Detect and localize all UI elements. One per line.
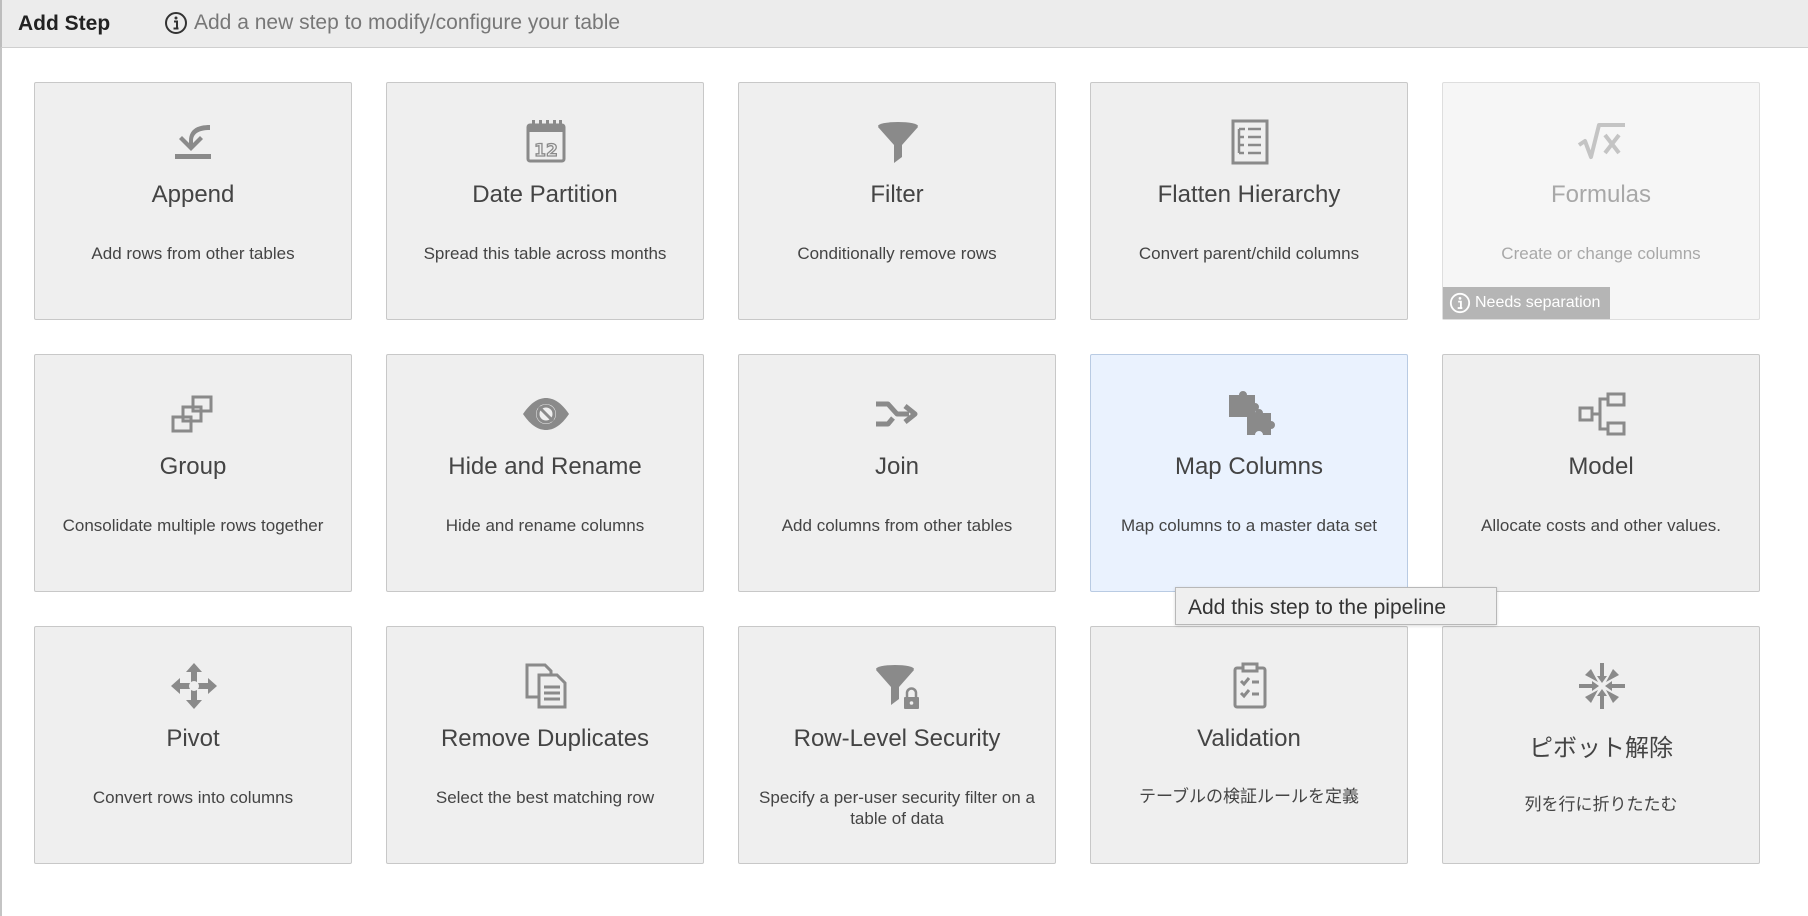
step-description: Convert rows into columns: [92, 788, 294, 807]
move-arrows-icon: [169, 661, 219, 711]
step-name: Join: [874, 453, 920, 480]
header-info-text: Add a new step to modify/configure your …: [194, 11, 621, 34]
step-description: Allocate costs and other values.: [1480, 516, 1722, 535]
step-description: Hide and rename columns: [445, 516, 645, 535]
step-card-date-partition[interactable]: 12 Date Partition Spread this table acro…: [386, 82, 704, 320]
step-description: Conditionally remove rows: [797, 244, 997, 263]
info-circle-icon: [165, 12, 187, 34]
step-description: Consolidate multiple rows together: [62, 516, 324, 535]
funnel-icon: [873, 117, 923, 167]
step-card-join[interactable]: Join Add columns from other tables: [738, 354, 1056, 592]
step-name: Flatten Hierarchy: [1157, 181, 1341, 208]
step-card-hide-and-rename[interactable]: Hide and Rename Hide and rename columns: [386, 354, 704, 592]
tooltip: Add this step to the pipeline: [1175, 587, 1497, 625]
step-description: Add columns from other tables: [781, 516, 1013, 535]
step-card-map-columns[interactable]: Map Columns Map columns to a master data…: [1090, 354, 1408, 592]
step-card-formulas[interactable]: Formulas Create or change columns Needs …: [1442, 82, 1760, 320]
step-card-filter[interactable]: Filter Conditionally remove rows: [738, 82, 1056, 320]
badge-text: Needs separation: [1475, 294, 1601, 311]
step-name: Pivot: [166, 725, 220, 752]
compress-arrows-icon: [1577, 661, 1627, 711]
step-description: Add rows from other tables: [91, 244, 295, 263]
square-root-icon: [1577, 117, 1627, 167]
needs-separation-badge: Needs separation: [1443, 287, 1611, 319]
puzzle-icon: [1225, 389, 1275, 439]
dialog-header: Add Step Add a new step to modify/config…: [0, 0, 1808, 48]
step-name: Group: [159, 453, 227, 480]
header-info: Add a new step to modify/configure your …: [164, 11, 620, 35]
step-description: Convert parent/child columns: [1138, 244, 1360, 263]
step-name: Append: [151, 181, 235, 208]
step-name: Date Partition: [472, 181, 618, 208]
funnel-lock-icon: [873, 661, 923, 711]
step-card-remove-duplicates[interactable]: Remove Duplicates Select the best matchi…: [386, 626, 704, 864]
dialog-title: Add Step: [18, 12, 111, 35]
step-description: テーブルの検証ルールを定義: [1139, 787, 1359, 807]
step-description: Map columns to a master data set: [1120, 516, 1378, 535]
step-name: Map Columns: [1174, 453, 1324, 480]
step-card-append[interactable]: Append Add rows from other tables: [34, 82, 352, 320]
eye-slash-icon: [521, 389, 571, 439]
step-card-pivot[interactable]: Pivot Convert rows into columns: [34, 626, 352, 864]
step-card-flatten-hierarchy[interactable]: Flatten Hierarchy Convert parent/child c…: [1090, 82, 1408, 320]
step-description: 列を行に折りたたむ: [1524, 795, 1678, 815]
step-description: Select the best matching row: [435, 788, 655, 807]
append-icon: [169, 117, 219, 167]
step-description: Spread this table across months: [423, 244, 667, 263]
step-name: Model: [1568, 453, 1634, 480]
step-card-model[interactable]: Model Allocate costs and other values.: [1442, 354, 1760, 592]
step-name: Row-Level Security: [793, 725, 1001, 752]
step-card-validation[interactable]: Validation テーブルの検証ルールを定義: [1090, 626, 1408, 864]
merge-arrows-icon: [873, 389, 923, 439]
step-card-row-level-security[interactable]: Row-Level Security Specify a per-user se…: [738, 626, 1056, 864]
hierarchy-list-icon: [1225, 117, 1275, 167]
left-border: [0, 48, 2, 916]
group-windows-icon: [169, 389, 219, 439]
copy-documents-icon: [521, 661, 571, 711]
step-card-group[interactable]: Group Consolidate multiple rows together: [34, 354, 352, 592]
tree-nodes-icon: [1577, 389, 1627, 439]
svg-text:12: 12: [534, 141, 558, 161]
info-circle-icon: [1449, 292, 1471, 314]
step-name: Filter: [870, 181, 924, 208]
calendar-icon: 12: [521, 117, 571, 167]
step-description: Create or change columns: [1501, 244, 1701, 263]
step-name: Remove Duplicates: [440, 725, 650, 752]
step-card-unpivot[interactable]: ピボット解除 列を行に折りたたむ: [1442, 626, 1760, 864]
step-name: Validation: [1197, 725, 1301, 752]
step-name: Formulas: [1550, 181, 1652, 208]
step-description: Specify a per-user security filter on a …: [759, 788, 1035, 828]
step-name: ピボット解除: [1529, 734, 1673, 762]
step-name: Hide and Rename: [448, 453, 642, 480]
clipboard-check-icon: [1225, 661, 1275, 711]
